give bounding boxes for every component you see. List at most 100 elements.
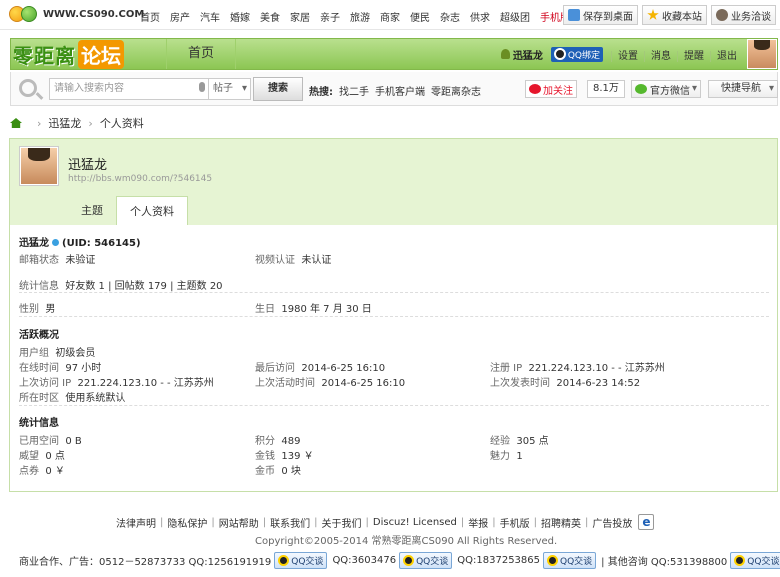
stats-line: 统计信息 好友数 1 | 回帖数 179 | 主题数 20 — [19, 281, 223, 292]
footer-link[interactable]: 招聘精英 — [541, 515, 581, 530]
footer-links: 法律声明 | 隐私保护 | 网站帮助 | 联系我们 | 关于我们 | Discuz! Li… — [116, 514, 655, 530]
chevron-right-icon: › — [88, 116, 93, 130]
search-scope-select[interactable]: 帖子 — [209, 78, 251, 100]
last-ip-field: 上次访问 IP 221.224.123.10 - - 江苏苏州 — [19, 378, 214, 389]
footer-link[interactable]: Discuz! Licensed — [373, 517, 457, 528]
hot-search-item[interactable]: 零距离杂志 — [431, 83, 481, 98]
top-nav-item[interactable]: 商家 — [380, 9, 400, 24]
top-nav-item[interactable]: 首页 — [140, 9, 160, 24]
wechat-dropdown[interactable]: 官方微信 — [631, 80, 701, 98]
search-bar: 请输入搜索内容 帖子 搜索 热搜: 找二手 手机客户端 零距离杂志 加关注 8.… — [10, 72, 778, 106]
footer-link[interactable]: 联系我们 — [270, 515, 310, 530]
qq-chat-button[interactable]: QQ交谈 — [730, 552, 780, 569]
browser-icon[interactable]: e — [638, 514, 655, 530]
top-nav-item[interactable]: 婚嫁 — [230, 9, 250, 24]
qq-icon — [403, 555, 415, 566]
site-domain: WWW.CS090.COM — [43, 8, 145, 20]
space-field: 已用空间 0 B — [19, 436, 82, 447]
profile-title-line: 迅猛龙 (UID: 546145) — [19, 238, 141, 249]
tab-threads[interactable]: 主题 — [68, 196, 116, 225]
friends-count-link[interactable]: 好友数 1 — [65, 281, 105, 292]
search-input[interactable]: 请输入搜索内容 — [49, 78, 209, 100]
top-nav-item[interactable]: 美食 — [260, 9, 280, 24]
weibo-icon — [529, 84, 541, 94]
search-button[interactable]: 搜索 — [253, 77, 303, 101]
breadcrumb-user[interactable]: 迅猛龙 — [48, 115, 81, 131]
save-to-desktop-button[interactable]: 保存到桌面 — [563, 5, 638, 25]
microphone-icon[interactable] — [199, 82, 205, 92]
replies-count-link[interactable]: 回帖数 179 — [115, 281, 167, 292]
footer-link[interactable]: 关于我们 — [322, 515, 362, 530]
top-nav-item[interactable]: 亲子 — [320, 9, 340, 24]
hot-search-item[interactable]: 手机客户端 — [375, 83, 425, 98]
top-nav-item[interactable]: 供求 — [470, 9, 490, 24]
qq-icon — [553, 48, 566, 60]
qq-chat-button[interactable]: QQ交谈 — [399, 552, 453, 569]
timezone-field: 所在时区 使用系统默认 — [19, 393, 126, 404]
star-icon — [647, 9, 659, 20]
top-nav-item[interactable]: 房产 — [170, 9, 190, 24]
top-nav-item[interactable]: 汽车 — [200, 9, 220, 24]
hot-searches: 热搜: 找二手 手机客户端 零距离杂志 — [309, 83, 487, 98]
messages-link[interactable]: 消息 — [644, 50, 677, 62]
home-tab[interactable]: 首页 — [166, 39, 236, 69]
top-nav-item[interactable]: 超级团 — [500, 9, 530, 24]
qq-bind-button[interactable]: QQ绑定 — [550, 46, 603, 62]
top-nav-item[interactable]: 家居 — [290, 9, 310, 24]
top-actions: 保存到桌面 收藏本站 业务洽谈 — [559, 5, 776, 25]
stats-title: 统计信息 — [19, 418, 59, 429]
top-nav: 首页 房产 汽车 婚嫁 美食 家居 亲子 旅游 商家 便民 杂志 供求 超级团 … — [140, 9, 580, 24]
footer-link[interactable]: 广告投放 — [592, 515, 632, 530]
points-field: 积分 489 — [255, 436, 301, 447]
profile-avatar[interactable] — [20, 147, 58, 185]
top-nav-item[interactable]: 杂志 — [440, 9, 460, 24]
prestige-field: 威望 0 点 — [19, 451, 65, 462]
hot-search-item[interactable]: 找二手 — [339, 83, 369, 98]
gender-field: 性别 男 — [19, 304, 56, 315]
gold-field: 金币 0 块 — [255, 466, 301, 477]
threads-count-link[interactable]: 主题数 20 — [177, 281, 223, 292]
home-icon[interactable] — [10, 118, 22, 128]
footer-link[interactable]: 手机版 — [500, 515, 530, 530]
profile-tabs: 主题 个人资料 — [68, 196, 188, 225]
contact-line: 商业合作、广告：0512－52873733 QQ:1256191919 QQ交谈… — [19, 552, 780, 569]
follow-count: 8.1万 — [587, 80, 625, 98]
copyright: Copyright©2005-2014 常熟零距离CS090 All Right… — [255, 536, 558, 547]
footer-link[interactable]: 举报 — [468, 515, 488, 530]
quick-nav-dropdown[interactable]: 快捷导航 — [708, 80, 778, 98]
qq-icon — [278, 555, 290, 566]
top-nav-item[interactable]: 旅游 — [350, 9, 370, 24]
weibo-follow-button[interactable]: 加关注 — [525, 80, 577, 98]
qq-icon — [734, 555, 746, 566]
user-icon — [500, 49, 510, 59]
logout-link[interactable]: 退出 — [710, 50, 743, 62]
search-icon — [19, 79, 37, 97]
tab-profile[interactable]: 个人资料 — [116, 196, 188, 225]
activity-title: 活跃概况 — [19, 330, 59, 341]
settings-link[interactable]: 设置 — [611, 50, 644, 62]
divider — [19, 316, 769, 317]
username-link[interactable]: 迅猛龙 — [500, 47, 543, 62]
business-button[interactable]: 业务洽谈 — [711, 5, 776, 25]
site-logo[interactable]: WWW.CS090.COM — [9, 6, 144, 22]
top-nav-item[interactable]: 便民 — [410, 9, 430, 24]
birthday-field: 生日 1980 年 7 月 30 日 — [255, 304, 372, 315]
profile-url[interactable]: http://bbs.wm090.com/?546145 — [68, 174, 212, 184]
avatar[interactable] — [747, 39, 777, 69]
divider — [19, 292, 769, 293]
footer-link[interactable]: 网站帮助 — [219, 515, 259, 530]
footer-link[interactable]: 法律声明 — [116, 515, 156, 530]
forum-logo[interactable]: 零距离 论坛 — [13, 39, 163, 69]
video-status: 视频认证 未认证 — [255, 255, 332, 266]
user-group-link[interactable]: 初级会员 — [55, 348, 95, 359]
last-active-field: 上次活动时间 2014-6-25 16:10 — [255, 378, 406, 389]
profile-header: 迅猛龙 http://bbs.wm090.com/?546145 主题 个人资料 — [10, 139, 777, 225]
footer-link[interactable]: 隐私保护 — [167, 515, 207, 530]
notifications-link[interactable]: 提醒 — [677, 50, 710, 62]
qq-chat-button[interactable]: QQ交谈 — [543, 552, 597, 569]
user-group-field: 用户组 初级会员 — [19, 348, 96, 359]
bookmark-button[interactable]: 收藏本站 — [642, 5, 707, 25]
qq-chat-button[interactable]: QQ交谈 — [274, 552, 328, 569]
qq-icon — [547, 555, 558, 566]
chevron-right-icon: › — [37, 116, 42, 130]
